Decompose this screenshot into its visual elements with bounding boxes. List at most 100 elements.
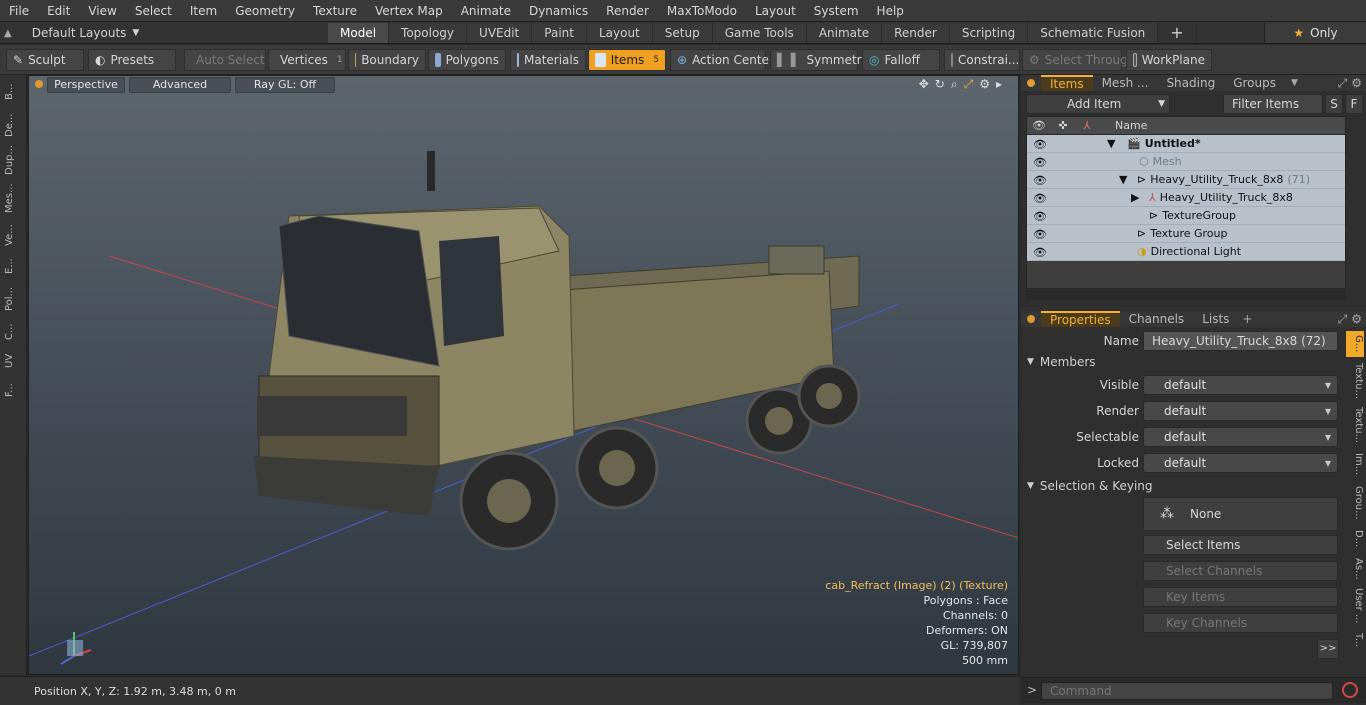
- tree-row-mesh[interactable]: 👁 ⬡ Mesh: [1027, 153, 1345, 171]
- symmetry-button[interactable]: ▌▐ Symmetry: [770, 49, 869, 71]
- boundary-button[interactable]: Boundary: [348, 49, 426, 71]
- side-tab-0[interactable]: G...: [1346, 331, 1364, 357]
- side-tab-3[interactable]: Im...: [1346, 449, 1364, 479]
- maximize-icon[interactable]: ⤢: [1338, 76, 1348, 91]
- action-center-button[interactable]: ⊕ Action Center: [670, 49, 774, 71]
- left-tab-3[interactable]: Mes...: [4, 181, 22, 215]
- menu-help[interactable]: Help: [868, 0, 913, 22]
- expand-icon[interactable]: ▼: [1119, 173, 1127, 186]
- key-channels-button[interactable]: Key Channels: [1143, 613, 1338, 633]
- left-tab-1[interactable]: De...: [4, 109, 22, 141]
- tree-row-texturegroup[interactable]: 👁 ⊳ TextureGroup: [1027, 207, 1345, 225]
- eye-icon[interactable]: 👁: [1033, 210, 1047, 223]
- collapse-arrow-icon[interactable]: ▲: [4, 28, 12, 39]
- filter-items-input[interactable]: Filter Items: [1223, 94, 1323, 114]
- side-tab-6[interactable]: As...: [1346, 555, 1364, 583]
- menu-animate[interactable]: Animate: [452, 0, 520, 22]
- left-tab-8[interactable]: UV: [4, 349, 22, 373]
- props-maximize-icon[interactable]: ⤢: [1338, 312, 1348, 327]
- auto-select-button[interactable]: Auto Select: [184, 49, 266, 71]
- tree-scrollbar[interactable]: [1026, 290, 1346, 300]
- panel-menu-dot-icon[interactable]: [1027, 79, 1035, 87]
- tab-animate[interactable]: Animate: [806, 23, 883, 43]
- tab-paint[interactable]: Paint: [532, 23, 587, 43]
- props-gear-icon[interactable]: ⚙: [1351, 312, 1362, 326]
- tab-schematic-fusion[interactable]: Schematic Fusion: [1028, 23, 1159, 43]
- key-items-button[interactable]: Key Items: [1143, 587, 1338, 607]
- menu-geometry[interactable]: Geometry: [226, 0, 304, 22]
- name-field[interactable]: Heavy_Utility_Truck_8x8 (72): [1143, 331, 1338, 351]
- tree-row-directional-light[interactable]: 👁 ◑ Directional Light: [1027, 243, 1345, 261]
- menu-layout[interactable]: Layout: [746, 0, 805, 22]
- expand-icon[interactable]: ▼: [1107, 137, 1115, 150]
- tab-setup[interactable]: Setup: [652, 23, 713, 43]
- command-input[interactable]: [1041, 682, 1333, 700]
- workplane-button[interactable]: WorkPlane: [1126, 49, 1212, 71]
- more-button[interactable]: >>: [1317, 639, 1339, 659]
- tree-row-truck-mesh[interactable]: 👁 ▶ ⅄ Heavy_Utility_Truck_8x8: [1027, 189, 1345, 207]
- expand-icon[interactable]: ▶: [1131, 191, 1139, 204]
- menu-dynamics[interactable]: Dynamics: [520, 0, 597, 22]
- tree-row-truck-group[interactable]: 👁 ▼ ⊳ Heavy_Utility_Truck_8x8 (71): [1027, 171, 1345, 189]
- tab-channels[interactable]: Channels: [1120, 311, 1194, 327]
- tab-layout[interactable]: Layout: [586, 23, 653, 43]
- side-tab-8[interactable]: T...: [1346, 629, 1364, 651]
- menu-render[interactable]: Render: [597, 0, 658, 22]
- tree-row-untitled[interactable]: 👁 ▼ 🎬 Untitled*: [1027, 135, 1345, 153]
- tab-uvedit[interactable]: UVEdit: [467, 23, 533, 43]
- none-button[interactable]: ⁂ None: [1143, 497, 1338, 531]
- tab-model[interactable]: Model: [328, 23, 390, 43]
- tab-mesh[interactable]: Mesh ...: [1093, 75, 1158, 91]
- tab-lists[interactable]: Lists: [1193, 311, 1238, 327]
- filter-f-button[interactable]: F: [1345, 94, 1363, 114]
- eye-icon[interactable]: 👁: [1033, 174, 1047, 187]
- 3d-viewport[interactable]: Perspective Advanced Ray GL: Off ✥ ↻ ⌕ ⤢…: [28, 75, 1019, 675]
- presets-button[interactable]: ◐ Presets: [88, 49, 176, 71]
- filter-s-button[interactable]: S: [1325, 94, 1343, 114]
- truck-model[interactable]: [254, 151, 861, 551]
- tabs-more-icon[interactable]: ▼: [1291, 78, 1298, 88]
- side-tab-2[interactable]: Textu...: [1346, 405, 1364, 445]
- selectable-select[interactable]: default: [1143, 427, 1338, 447]
- falloff-button[interactable]: ◎ Falloff: [862, 49, 940, 71]
- tab-items[interactable]: Items: [1041, 75, 1093, 91]
- side-tab-4[interactable]: Grou...: [1346, 483, 1364, 523]
- eye-icon[interactable]: 👁: [1033, 246, 1047, 259]
- menu-texture[interactable]: Texture: [304, 0, 366, 22]
- record-icon[interactable]: [1342, 682, 1358, 698]
- left-tab-7[interactable]: C...: [4, 319, 22, 345]
- constraints-button[interactable]: Constrai...: [944, 49, 1020, 71]
- side-tab-1[interactable]: Textu...: [1346, 361, 1364, 401]
- tab-shading[interactable]: Shading: [1157, 75, 1224, 91]
- add-item-dropdown-icon[interactable]: ▼: [1158, 95, 1165, 113]
- left-tab-0[interactable]: B...: [4, 79, 22, 105]
- sculpt-button[interactable]: ✎ Sculpt: [6, 49, 84, 71]
- eye-icon[interactable]: 👁: [1033, 156, 1047, 169]
- menu-item[interactable]: Item: [181, 0, 226, 22]
- select-channels-button[interactable]: Select Channels: [1143, 561, 1338, 581]
- add-tab-icon[interactable]: +: [1242, 312, 1252, 326]
- select-items-button[interactable]: Select Items: [1143, 535, 1338, 555]
- tab-render[interactable]: Render: [882, 23, 950, 43]
- only-button[interactable]: ★ Only: [1264, 23, 1366, 43]
- render-select[interactable]: default: [1143, 401, 1338, 421]
- props-menu-dot-icon[interactable]: [1027, 315, 1035, 323]
- side-tab-7[interactable]: User ...: [1346, 587, 1364, 625]
- items-button[interactable]: Items 5: [588, 49, 666, 71]
- selection-keying-section[interactable]: ▼ Selection & Keying: [1027, 479, 1153, 493]
- tab-game-tools[interactable]: Game Tools: [712, 23, 807, 43]
- panel-gear-icon[interactable]: ⚙: [1351, 76, 1362, 90]
- menu-vertex-map[interactable]: Vertex Map: [366, 0, 452, 22]
- left-tab-4[interactable]: Ve...: [4, 221, 22, 249]
- menu-select[interactable]: Select: [126, 0, 181, 22]
- menu-system[interactable]: System: [805, 0, 868, 22]
- left-tab-2[interactable]: Dup...: [4, 143, 22, 177]
- menu-view[interactable]: View: [79, 0, 125, 22]
- left-tab-6[interactable]: Pol...: [4, 283, 22, 315]
- polygons-button[interactable]: Polygons: [428, 49, 506, 71]
- add-item-button[interactable]: Add Item ▼: [1026, 94, 1170, 114]
- add-tab-button[interactable]: +: [1158, 23, 1197, 43]
- eye-icon[interactable]: 👁: [1033, 192, 1047, 205]
- layout-dropdown[interactable]: ▲ Default Layouts ▼: [4, 22, 139, 44]
- eye-icon[interactable]: 👁: [1033, 228, 1047, 241]
